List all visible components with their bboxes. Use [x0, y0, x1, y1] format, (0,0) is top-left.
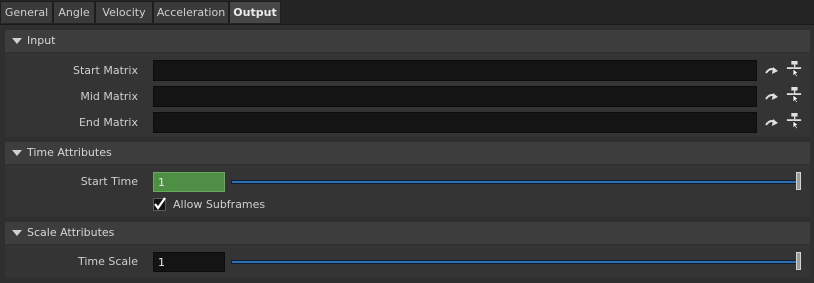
- time-scale-slider-handle[interactable]: [796, 252, 801, 270]
- start-time-label: Start Time: [80, 175, 138, 188]
- start-matrix-field[interactable]: [153, 60, 757, 81]
- section-title: Scale Attributes: [27, 226, 115, 239]
- section-header-input[interactable]: Input: [5, 30, 810, 52]
- end-matrix-label: End Matrix: [78, 116, 138, 129]
- start-time-slider-track[interactable]: [231, 180, 801, 184]
- allow-subframes-checkbox[interactable]: [153, 197, 166, 211]
- node-picker-icon[interactable]: [786, 61, 802, 77]
- tab-bar: General Angle Velocity Acceleration Outp…: [0, 0, 814, 25]
- tab-angle[interactable]: Angle: [53, 1, 95, 23]
- section-header-time-attributes[interactable]: Time Attributes: [5, 142, 810, 164]
- collapse-triangle-icon[interactable]: [12, 38, 22, 44]
- jump-arrow-icon[interactable]: [764, 115, 780, 131]
- mid-matrix-label: Mid Matrix: [80, 90, 138, 103]
- jump-arrow-icon[interactable]: [764, 89, 780, 105]
- section-title: Time Attributes: [27, 146, 112, 159]
- start-time-field[interactable]: 1: [153, 172, 225, 192]
- tab-velocity[interactable]: Velocity: [95, 1, 153, 23]
- tab-output[interactable]: Output: [229, 1, 281, 23]
- end-matrix-field[interactable]: [153, 112, 757, 133]
- tab-acceleration[interactable]: Acceleration: [153, 1, 229, 23]
- jump-arrow-icon[interactable]: [764, 63, 780, 79]
- time-scale-label: Time Scale: [77, 255, 138, 268]
- collapse-triangle-icon[interactable]: [12, 150, 22, 156]
- start-matrix-label: Start Matrix: [72, 64, 138, 77]
- mid-matrix-field[interactable]: [153, 86, 757, 107]
- node-picker-icon[interactable]: [786, 113, 802, 129]
- time-scale-slider-track[interactable]: [231, 260, 801, 264]
- start-time-slider-handle[interactable]: [796, 172, 801, 190]
- node-picker-icon[interactable]: [786, 87, 802, 103]
- tab-general[interactable]: General: [0, 1, 53, 23]
- section-header-scale-attributes[interactable]: Scale Attributes: [5, 222, 810, 244]
- section-title: Input: [27, 34, 56, 47]
- allow-subframes-label: Allow Subframes: [173, 198, 266, 211]
- section-body-time-attributes: [5, 165, 810, 217]
- time-scale-field[interactable]: 1: [153, 252, 225, 272]
- checkmark-icon: [154, 197, 166, 210]
- collapse-triangle-icon[interactable]: [12, 230, 22, 236]
